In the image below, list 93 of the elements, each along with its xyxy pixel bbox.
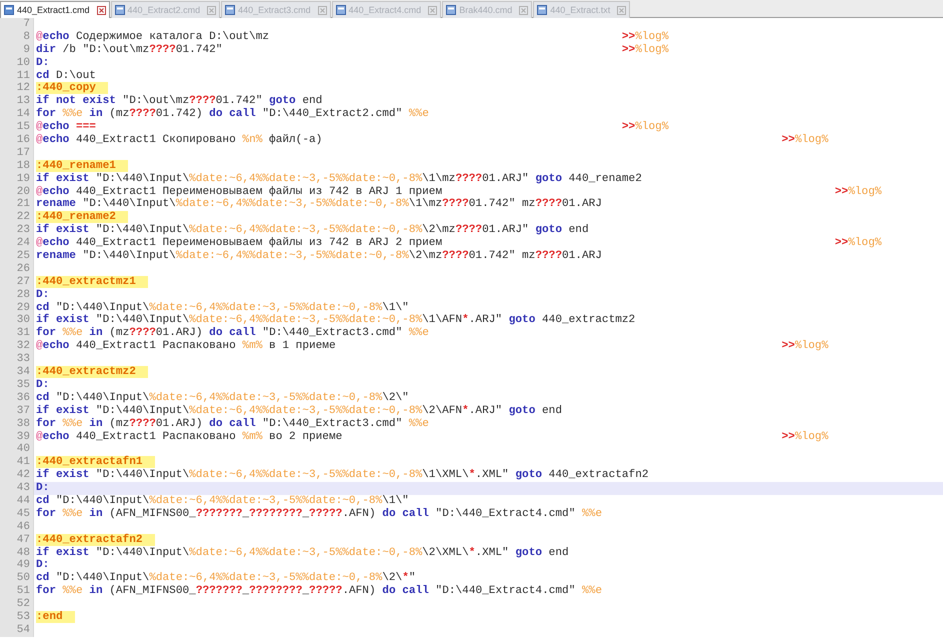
line-number: 30 — [0, 314, 34, 328]
code-line: D: — [35, 288, 50, 302]
code-line: D: — [35, 559, 50, 572]
line-number: 43 — [0, 482, 34, 495]
line-number: 15 — [0, 121, 34, 134]
line-number: 47 — [0, 534, 34, 547]
code-line: @echo Содержимое каталога D:\out\mz >>%log% — [35, 30, 668, 44]
code-line: @echo === >>%log% — [35, 121, 668, 134]
code-line: @echo 440_Extract1 Распаковано %m% в 1 приеме >>%log% — [35, 340, 828, 354]
line-number: 20 — [0, 186, 34, 198]
code-line: if exist "D:\440\Input\%date:~6,4%%date:~3,-5%%date:~0,-8%\1\XML\*.XML" goto 440_extractafn2 — [35, 469, 649, 482]
line-number: 22 — [0, 211, 34, 224]
code-line: D: — [35, 56, 50, 70]
line-number: 36 — [0, 392, 34, 405]
line-number: 25 — [0, 250, 34, 263]
line-number: 40 — [0, 443, 34, 456]
file-tab[interactable]: Brak440.cmd — [442, 1, 532, 18]
file-icon — [537, 5, 548, 15]
line-number: 41 — [0, 456, 34, 470]
code-line: @echo 440_Extract1 Переименовываем файлы из 742 в ARJ 1 прием >>%log% — [35, 186, 882, 198]
code-line: cd "D:\440\Input\%date:~6,4%%date:~3,-5%%date:~0,-8%\1\" — [35, 302, 409, 314]
line-number: 38 — [0, 418, 34, 430]
code-line: cd "D:\440\Input\%date:~6,4%%date:~3,-5%%date:~0,-8%\1\" — [35, 494, 409, 508]
file-icon — [336, 5, 346, 15]
line-number: 44 — [0, 494, 34, 508]
line-number: 49 — [0, 559, 34, 572]
code-line: if exist "D:\440\Input\%date:~6,4%%date:~3,-5%%date:~0,-8%\2\mz????01.ARJ" goto end — [35, 224, 589, 237]
file-tab[interactable]: 440_Extract.txt — [533, 1, 630, 18]
line-number: 35 — [0, 378, 34, 392]
line-number: 17 — [0, 146, 34, 160]
file-tab[interactable]: 440_Extract4.cmd — [332, 1, 442, 18]
code-line: cd "D:\440\Input\%date:~6,4%%date:~3,-5%%date:~0,-8%\2\" — [35, 392, 409, 404]
line-number: 27 — [0, 276, 34, 289]
line-number: 46 — [0, 520, 34, 534]
close-icon[interactable] — [96, 6, 106, 14]
code-line: for %%e in (mz????01.ARJ) do call "D:\440_Extract3.cmd" %%e — [35, 418, 429, 430]
line-number: 51 — [0, 585, 34, 598]
code-line: for %%e in (AFN_MIFNS00_???????_????????_?????.AFN) do call "D:\440_Extract4.cmd" %%e — [35, 508, 602, 521]
code-line: for %%e in (AFN_MIFNS00_???????_????????_?????.AFN) do call "D:\440_Extract4.cmd" %%e — [35, 585, 602, 598]
code-line: cd D:\out — [35, 70, 96, 82]
line-number: 42 — [0, 469, 34, 482]
line-number: 23 — [0, 224, 34, 238]
line-number: 19 — [0, 172, 34, 186]
code-line: dir /b "D:\out\mz????01.742" >>%log% — [35, 44, 668, 57]
file-icon — [114, 5, 125, 15]
line-number: 37 — [0, 404, 34, 418]
line-number: 12 — [0, 82, 34, 96]
file-tab[interactable]: 440_Extract1.cmd — [0, 1, 110, 18]
line-number: 11 — [0, 70, 34, 82]
code-line: D: — [35, 482, 50, 495]
line-number: 34 — [0, 366, 34, 379]
line-number: 45 — [0, 508, 34, 521]
line-number: 8 — [0, 30, 34, 44]
code-line: if not exist "D:\out\mz????01.742" goto end — [35, 95, 322, 108]
code-line: cd "D:\440\Input\%date:~6,4%%date:~3,-5%%date:~0,-8%\2\*" — [35, 572, 416, 584]
file-icon — [446, 5, 456, 15]
line-number: 24 — [0, 237, 34, 250]
code-line: if exist "D:\440\Input\%date:~6,4%%date:~3,-5%%date:~0,-8%\2\AFN*.ARJ" goto end — [35, 404, 562, 418]
code-line: @echo 440_Extract1 Распаковано %m% во 2 приеме >>%log% — [35, 430, 828, 444]
code-line: for %%e in (mz????01.ARJ) do call "D:\440_Extract3.cmd" %%e — [35, 327, 429, 340]
line-number: 10 — [0, 56, 34, 70]
code-line: D: — [35, 378, 50, 392]
line-number: 9 — [0, 44, 34, 57]
line-number: 21 — [0, 198, 34, 212]
line-number: 50 — [0, 572, 34, 586]
line-number: 53 — [0, 610, 34, 624]
code-line: if exist "D:\440\Input\%date:~6,4%%date:~3,-5%%date:~0,-8%\1\AFN*.ARJ" goto 440_extractmz2 — [35, 314, 636, 326]
code-line: @echo 440_Extract1 Скопировано %n% файл(-а) >>%log% — [35, 134, 828, 147]
line-number: 16 — [0, 134, 34, 147]
line-number: 7 — [0, 18, 34, 31]
line-number: 26 — [0, 262, 34, 276]
file-icon — [4, 5, 14, 15]
file-icon — [225, 5, 236, 15]
code-line: if exist "D:\440\Input\%date:~6,4%%date:~3,-5%%date:~0,-8%\2\XML\*.XML" goto end — [35, 546, 569, 560]
line-number: 29 — [0, 302, 34, 314]
line-number: 18 — [0, 160, 34, 173]
line-number: 54 — [0, 624, 34, 637]
file-tab[interactable]: 440_Extract3.cmd — [221, 1, 331, 18]
code-line: rename "D:\440\Input\%date:~6,4%%date:~3,-5%%date:~0,-8%\2\mz????01.742" mz????01.ARJ — [35, 250, 602, 263]
line-number: 31 — [0, 327, 34, 340]
file-tab[interactable]: 440_Extract2.cmd — [110, 1, 220, 18]
line-number: 14 — [0, 108, 34, 122]
line-number: 33 — [0, 353, 34, 366]
line-number: 39 — [0, 430, 34, 444]
line-number: 52 — [0, 598, 34, 611]
code-line: for %%e in (mz????01.742) do call "D:\440_Extract2.cmd" %%e — [35, 108, 429, 121]
line-number: 48 — [0, 546, 34, 560]
line-number: 13 — [0, 95, 34, 108]
code-line: @echo 440_Extract1 Переименовываем файлы из 742 в ARJ 2 прием >>%log% — [35, 237, 882, 250]
code-line: rename "D:\440\Input\%date:~6,4%%date:~3,-5%%date:~0,-8%\1\mz????01.742" mz????01.ARJ — [35, 198, 602, 212]
code-line: if exist "D:\440\Input\%date:~6,4%%date:~3,-5%%date:~0,-8%\1\mz????01.ARJ" goto 440_rename2 — [35, 172, 642, 186]
line-number: 32 — [0, 340, 34, 354]
line-number: 28 — [0, 288, 34, 302]
